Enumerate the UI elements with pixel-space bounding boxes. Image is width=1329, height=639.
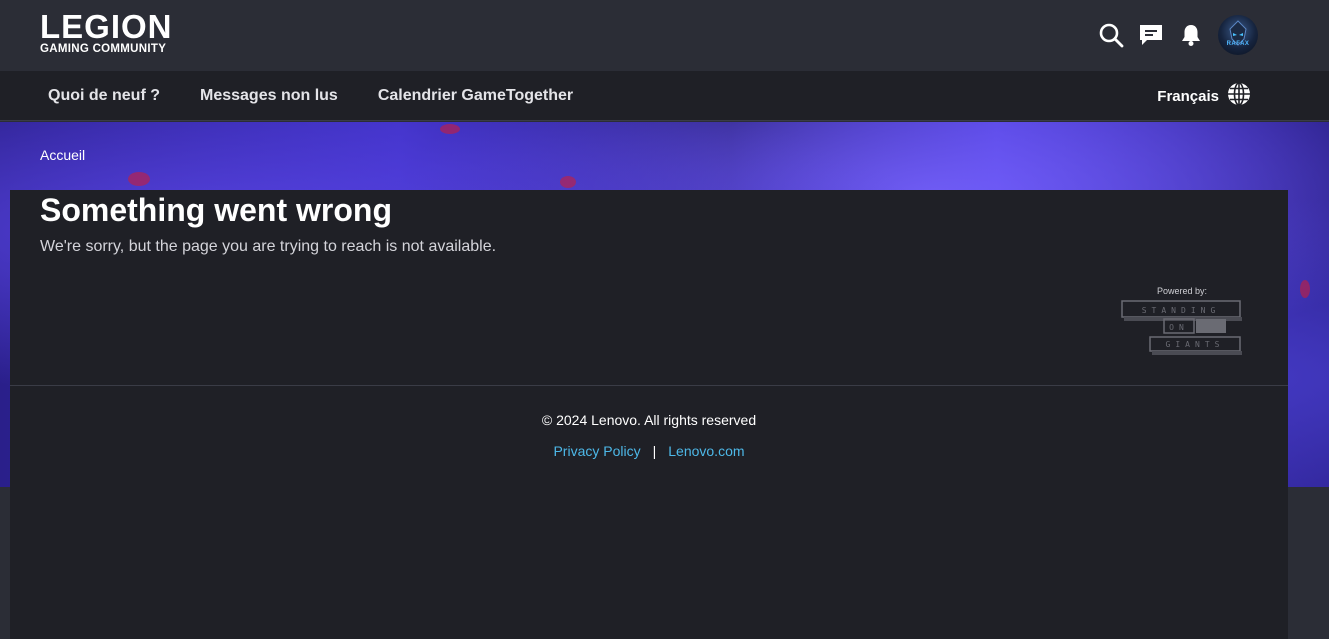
- logo-sub-text: GAMING COMMUNITY: [40, 43, 167, 55]
- breadcrumb-home[interactable]: Accueil: [40, 147, 85, 163]
- logo-main-text: LEGION: [40, 8, 173, 45]
- copyright-text: © 2024 Lenovo. All rights reserved: [541, 412, 757, 428]
- language-selector[interactable]: Français: [1157, 71, 1251, 121]
- error-panel: Something went wrong We're sorry, but th…: [10, 190, 1288, 639]
- hero-paint-spot: [440, 124, 460, 134]
- footer-separator: |: [652, 443, 657, 459]
- standing-on-giants-logo: STANDING ON GIANTS: [1121, 300, 1242, 355]
- user-avatar[interactable]: RAFAX: [1218, 15, 1258, 55]
- footer-links: Privacy Policy | Lenovo.com: [10, 443, 1288, 459]
- nav-item-gametogether-calendar[interactable]: Calendrier GameTogether: [358, 71, 593, 121]
- hero-paint-spot: [560, 176, 576, 188]
- logo-line-1: STANDING: [1142, 306, 1221, 315]
- search-icon[interactable]: [1098, 22, 1124, 48]
- nav-links: Quoi de neuf ? Messages non lus Calendri…: [28, 71, 593, 121]
- language-label: Français: [1157, 87, 1219, 105]
- footer-divider: [10, 385, 1288, 386]
- privacy-policy-link[interactable]: Privacy Policy: [553, 443, 640, 459]
- hero-paint-spot: [128, 172, 150, 186]
- logo-line-2: ON: [1169, 323, 1189, 332]
- bell-icon[interactable]: [1178, 22, 1204, 48]
- error-message: We're sorry, but the page you are trying…: [40, 238, 497, 255]
- powered-by[interactable]: Powered by: STANDING ON GIANTS: [1120, 286, 1244, 357]
- lenovo-link[interactable]: Lenovo.com: [668, 443, 744, 459]
- chat-icon[interactable]: [1138, 22, 1164, 48]
- header-actions: RAFAX: [1098, 15, 1258, 55]
- top-header: LEGION GAMING COMMUNITY RAFAX: [0, 0, 1329, 71]
- powered-by-label: Powered by:: [1156, 286, 1208, 296]
- avatar-text: RAFAX: [1226, 41, 1250, 47]
- main-nav: Quoi de neuf ? Messages non lus Calendri…: [0, 71, 1329, 121]
- logo-line-3: GIANTS: [1166, 340, 1225, 349]
- page-title: Something went wrong: [40, 192, 392, 228]
- globe-icon: [1227, 81, 1251, 111]
- nav-item-unread-messages[interactable]: Messages non lus: [180, 71, 358, 121]
- nav-item-whats-new[interactable]: Quoi de neuf ?: [28, 71, 180, 121]
- hero-paint-spot: [1300, 280, 1310, 298]
- legion-logo[interactable]: LEGION GAMING COMMUNITY: [40, 8, 173, 56]
